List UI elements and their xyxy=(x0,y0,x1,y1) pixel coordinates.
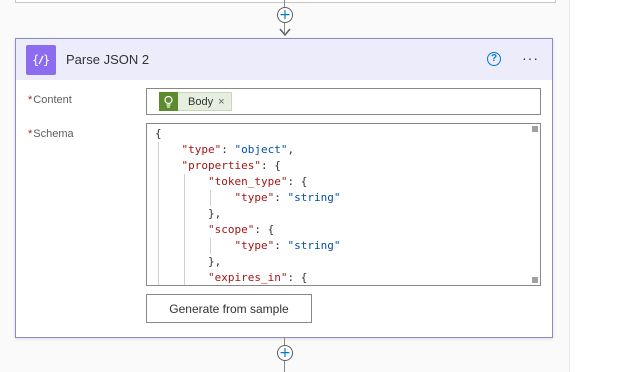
body-token[interactable]: Body × xyxy=(159,92,232,111)
previous-card-edge xyxy=(15,0,556,3)
token-label: Body xyxy=(188,95,214,108)
generate-from-sample-button[interactable]: Generate from sample xyxy=(146,294,312,323)
code-line: "type": "string" xyxy=(234,239,341,252)
curly-braces-icon: { } xyxy=(26,45,56,75)
code-line: "expires_in": { xyxy=(207,271,308,284)
code-line: "token_type": { xyxy=(207,175,308,188)
parse-json-card: { } Parse JSON 2 ? ··· *Content Body × *… xyxy=(15,38,553,338)
scroll-down[interactable] xyxy=(532,277,538,283)
required-marker: * xyxy=(28,128,33,140)
card-title: Parse JSON 2 xyxy=(66,52,150,67)
code-line: "scope": { xyxy=(207,223,275,236)
code-line: }, xyxy=(155,207,222,220)
svg-text:}: } xyxy=(43,53,50,67)
schema-label-text: Schema xyxy=(33,128,74,140)
add-step-button-top[interactable]: + xyxy=(277,7,293,23)
connector-line-bottom-lower xyxy=(284,361,285,372)
code-line: { xyxy=(155,127,162,140)
code-line: "type": "object", xyxy=(181,143,295,156)
token-remove-icon[interactable]: × xyxy=(218,96,224,108)
code-line: "properties": { xyxy=(181,159,281,172)
schema-editor[interactable]: { "type": "object", "properties": { "tok… xyxy=(146,123,541,286)
scroll-up[interactable] xyxy=(532,126,538,132)
right-rail xyxy=(569,0,635,372)
lightbulb-icon xyxy=(159,92,178,111)
plus-icon: + xyxy=(279,345,291,361)
scrollbar[interactable] xyxy=(532,126,538,283)
content-input[interactable]: Body × xyxy=(146,88,541,115)
svg-text:{: { xyxy=(32,53,39,67)
arrow-down-icon xyxy=(279,28,291,37)
content-label-text: Content xyxy=(33,94,72,106)
card-header[interactable]: { } Parse JSON 2 ? ··· xyxy=(16,39,552,80)
add-step-button-bottom[interactable]: + xyxy=(277,345,293,361)
required-marker: * xyxy=(28,94,33,106)
schema-label: *Schema xyxy=(28,128,74,140)
code-line: "type": "string" xyxy=(234,191,341,204)
more-options-icon[interactable]: ··· xyxy=(522,50,542,66)
code-line: }, xyxy=(155,255,222,268)
content-label: *Content xyxy=(28,94,72,106)
help-icon[interactable]: ? xyxy=(487,52,501,66)
plus-icon: + xyxy=(279,7,291,23)
